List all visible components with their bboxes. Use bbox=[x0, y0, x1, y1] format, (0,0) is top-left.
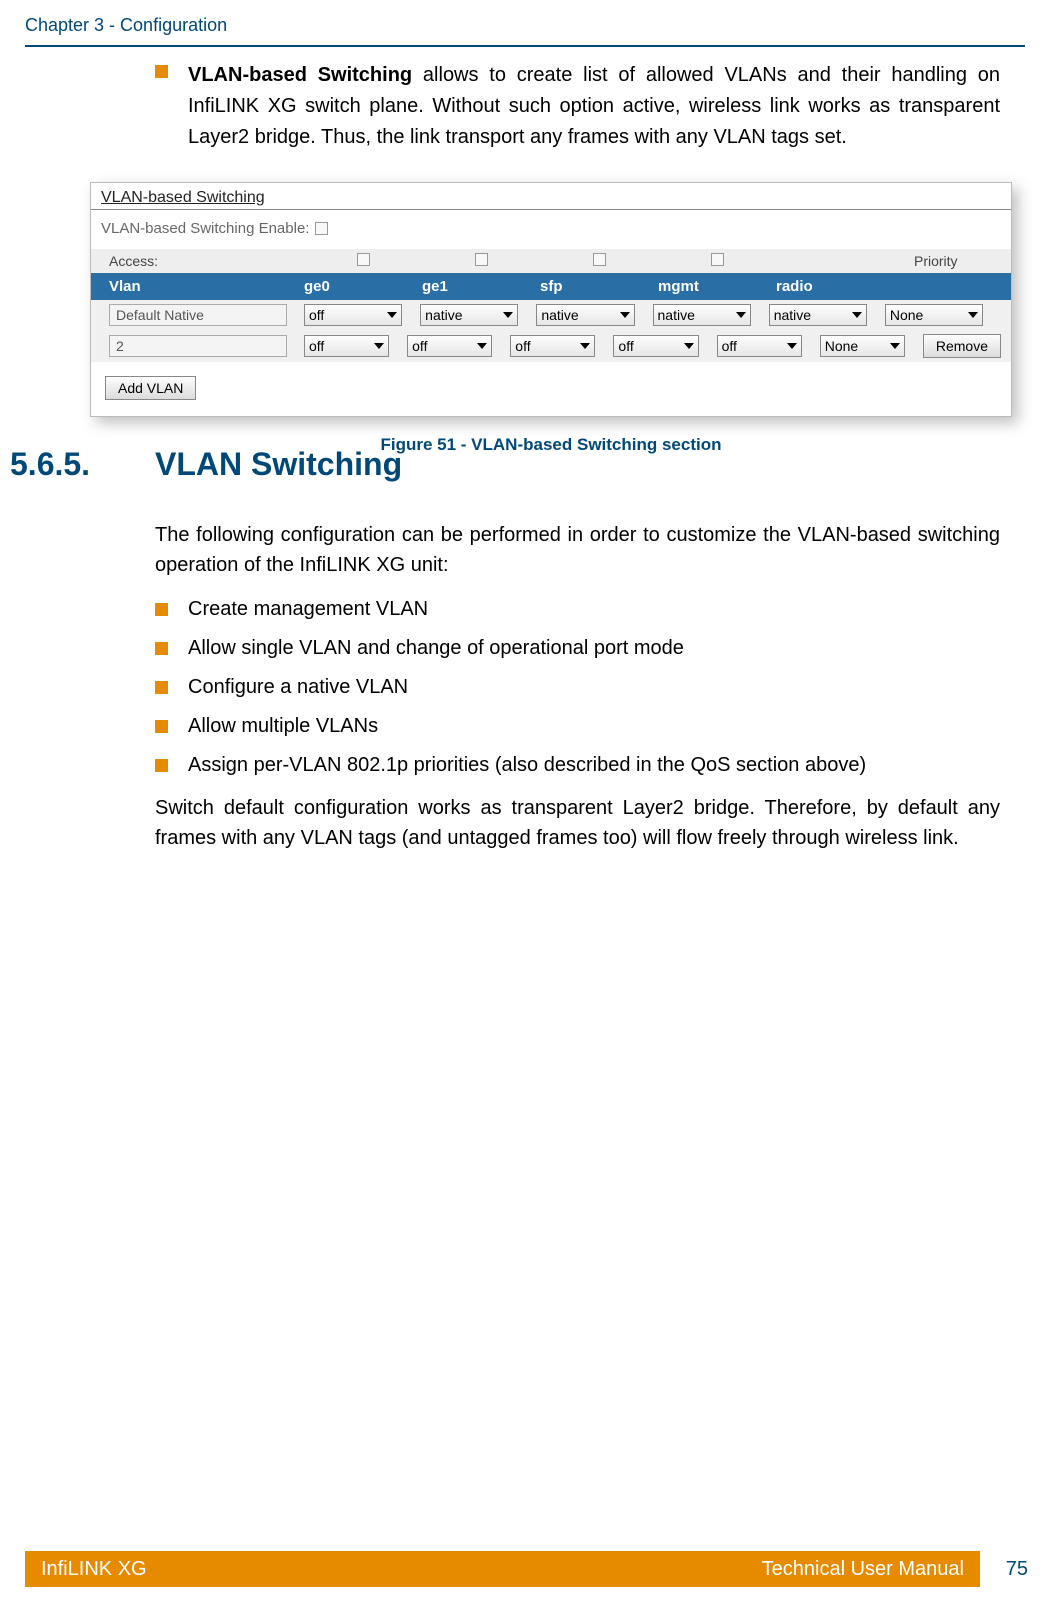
chevron-down-icon bbox=[374, 343, 384, 349]
list-item: Allow multiple VLANs bbox=[155, 715, 1000, 738]
intro-bullet-row: VLAN-based Switching allows to create li… bbox=[155, 60, 1000, 153]
square-bullet-icon bbox=[155, 759, 168, 772]
access-checkbox-ge1[interactable] bbox=[475, 253, 488, 266]
chevron-down-icon bbox=[890, 343, 900, 349]
enable-label: VLAN-based Switching Enable: bbox=[101, 220, 309, 237]
list-text: Allow single VLAN and change of operatio… bbox=[188, 637, 684, 660]
list-item: Allow single VLAN and change of operatio… bbox=[155, 637, 1000, 660]
add-vlan-button[interactable]: Add VLAN bbox=[105, 376, 196, 400]
body-paragraph: The following configuration can be perfo… bbox=[155, 520, 1000, 580]
page-number: 75 bbox=[1006, 1558, 1028, 1581]
access-row: Access: Priority bbox=[91, 249, 1011, 273]
chevron-down-icon bbox=[684, 343, 694, 349]
ge1-select[interactable]: off bbox=[407, 335, 492, 357]
access-checkbox-mgmt[interactable] bbox=[711, 253, 724, 266]
square-bullet-icon bbox=[155, 681, 168, 694]
vlan-switching-panel: VLAN-based Switching VLAN-based Switchin… bbox=[90, 182, 1012, 417]
list-item: Assign per-VLAN 802.1p priorities (also … bbox=[155, 754, 1000, 777]
table-header-row: Vlan ge0 ge1 sfp mgmt radio bbox=[91, 273, 1011, 300]
chevron-down-icon bbox=[477, 343, 487, 349]
section-heading: 5.6.5. VLAN Switching bbox=[10, 446, 1000, 483]
mgmt-select[interactable]: off bbox=[613, 335, 698, 357]
list-text: Create management VLAN bbox=[188, 598, 428, 621]
hdr-ge1: ge1 bbox=[422, 278, 540, 295]
table-row: off native native native native None bbox=[91, 300, 1011, 330]
sfp-select[interactable]: native bbox=[536, 304, 634, 326]
ge1-select[interactable]: native bbox=[420, 304, 518, 326]
intro-bold: VLAN-based Switching bbox=[188, 64, 412, 86]
hdr-sfp: sfp bbox=[540, 278, 658, 295]
list-item: Configure a native VLAN bbox=[155, 676, 1000, 699]
chevron-down-icon bbox=[736, 312, 746, 318]
footer-right: Technical User Manual bbox=[762, 1558, 964, 1581]
chevron-down-icon bbox=[852, 312, 862, 318]
panel-title: VLAN-based Switching bbox=[91, 183, 1011, 210]
chevron-down-icon bbox=[580, 343, 590, 349]
square-bullet-icon bbox=[155, 720, 168, 733]
enable-row: VLAN-based Switching Enable: bbox=[91, 210, 1011, 249]
access-label: Access: bbox=[109, 253, 304, 269]
enable-checkbox[interactable] bbox=[315, 222, 328, 235]
access-checkbox-ge0[interactable] bbox=[357, 253, 370, 266]
chevron-down-icon bbox=[968, 312, 978, 318]
remove-button[interactable]: Remove bbox=[923, 334, 1001, 358]
square-bullet-icon bbox=[155, 65, 168, 78]
radio-select[interactable]: off bbox=[717, 335, 802, 357]
vlan-name-input[interactable] bbox=[109, 304, 287, 326]
chevron-down-icon bbox=[503, 312, 513, 318]
priority-select[interactable]: None bbox=[820, 335, 905, 357]
chevron-down-icon bbox=[787, 343, 797, 349]
section-number: 5.6.5. bbox=[10, 446, 155, 483]
footer-left: InfiLINK XG bbox=[41, 1558, 147, 1581]
table-row: off off off off off None Remove bbox=[91, 330, 1011, 362]
square-bullet-icon bbox=[155, 603, 168, 616]
vlan-name-input[interactable] bbox=[109, 335, 287, 357]
radio-select[interactable]: native bbox=[769, 304, 867, 326]
ge0-select[interactable]: off bbox=[304, 335, 389, 357]
hdr-vlan: Vlan bbox=[109, 278, 304, 295]
list-text: Allow multiple VLANs bbox=[188, 715, 378, 738]
body-paragraph: Switch default configuration works as tr… bbox=[155, 793, 1000, 853]
hdr-radio: radio bbox=[776, 278, 894, 295]
access-checkbox-sfp[interactable] bbox=[593, 253, 606, 266]
priority-select[interactable]: None bbox=[885, 304, 983, 326]
hdr-mgmt: mgmt bbox=[658, 278, 776, 295]
list-text: Configure a native VLAN bbox=[188, 676, 408, 699]
list-text: Assign per-VLAN 802.1p priorities (also … bbox=[188, 754, 866, 777]
list-item: Create management VLAN bbox=[155, 598, 1000, 621]
hdr-ge0: ge0 bbox=[304, 278, 422, 295]
ge0-select[interactable]: off bbox=[304, 304, 402, 326]
priority-label: Priority bbox=[894, 253, 1001, 269]
chevron-down-icon bbox=[620, 312, 630, 318]
footer-bar: InfiLINK XG Technical User Manual bbox=[25, 1551, 980, 1587]
square-bullet-icon bbox=[155, 642, 168, 655]
chapter-header: Chapter 3 - Configuration bbox=[25, 15, 227, 36]
intro-paragraph: VLAN-based Switching allows to create li… bbox=[188, 60, 1000, 153]
chevron-down-icon bbox=[387, 312, 397, 318]
mgmt-select[interactable]: native bbox=[653, 304, 751, 326]
sfp-select[interactable]: off bbox=[510, 335, 595, 357]
header-rule bbox=[25, 45, 1025, 47]
section-title: VLAN Switching bbox=[155, 446, 402, 483]
